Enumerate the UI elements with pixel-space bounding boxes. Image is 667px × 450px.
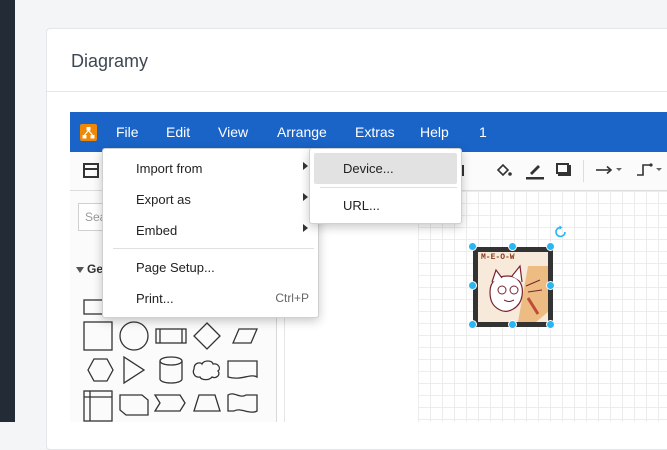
menu-separator — [320, 187, 457, 188]
meow-image: M-E-O-W — [478, 252, 548, 322]
menu-view[interactable]: View — [218, 124, 248, 140]
menubar: File Edit View Arrange Extras Help 1 — [70, 112, 667, 152]
section-label: Ge — [87, 262, 104, 276]
menu-page-number[interactable]: 1 — [479, 124, 487, 140]
menu-item-label: Page Setup... — [136, 260, 215, 275]
menu-item-export-as[interactable]: Export as — [103, 185, 318, 215]
waypoints-icon[interactable] — [635, 162, 665, 183]
page-title: Diagramy — [71, 51, 149, 71]
menu-item-page-setup[interactable]: Page Setup... — [103, 253, 318, 283]
divider — [47, 91, 667, 92]
resize-handle-nw[interactable] — [468, 242, 477, 251]
menu-shortcut: Ctrl+P — [275, 291, 309, 305]
line-color-icon[interactable] — [525, 160, 545, 185]
import-submenu: Device... URL... — [309, 148, 462, 224]
page-left-strip — [0, 0, 15, 422]
meow-image-shape[interactable]: M-E-O-W — [473, 247, 553, 327]
resize-handle-s[interactable] — [508, 320, 517, 329]
resize-handle-se[interactable] — [546, 320, 555, 329]
file-menu-dropdown: Import from Export as Embed Page Setup..… — [102, 148, 319, 318]
resize-handle-n[interactable] — [508, 242, 517, 251]
menu-item-label: Embed — [136, 223, 178, 238]
drawio-logo-icon — [80, 124, 97, 141]
menu-item-label: Device... — [343, 161, 394, 176]
menu-help[interactable]: Help — [420, 124, 449, 140]
menu-item-label: URL... — [343, 198, 380, 213]
menu-separator — [113, 248, 314, 249]
resize-handle-sw[interactable] — [468, 320, 477, 329]
menu-item-url[interactable]: URL... — [310, 191, 461, 221]
separator — [583, 160, 584, 182]
section-general-header[interactable]: Ge — [76, 262, 103, 276]
shadow-icon[interactable] — [556, 163, 569, 174]
submenu-arrow-icon — [303, 162, 308, 170]
format-panel-icon[interactable] — [83, 163, 99, 178]
resize-handle-e[interactable] — [546, 281, 555, 290]
cat-drawing — [489, 264, 548, 322]
menu-item-label: Export as — [136, 192, 191, 207]
rotate-handle-icon[interactable] — [554, 225, 568, 244]
menu-item-label: Print... — [136, 291, 174, 306]
submenu-arrow-icon — [303, 224, 308, 232]
menu-item-embed[interactable]: Embed — [103, 216, 318, 246]
menu-edit[interactable]: Edit — [166, 124, 190, 140]
menu-item-label: Import from — [136, 161, 203, 176]
submenu-arrow-icon — [303, 193, 308, 201]
menu-item-device[interactable]: Device... — [310, 154, 461, 184]
menu-item-import-from[interactable]: Import from — [103, 154, 318, 184]
menu-arrange[interactable]: Arrange — [277, 124, 327, 140]
menu-item-print[interactable]: Print... Ctrl+P — [103, 284, 318, 314]
diagram-canvas[interactable]: M-E-O-W — [418, 191, 667, 422]
fill-color-icon[interactable] — [495, 161, 513, 184]
menu-extras[interactable]: Extras — [355, 124, 395, 140]
connection-arrow-icon[interactable] — [594, 162, 624, 183]
resize-handle-w[interactable] — [468, 281, 477, 290]
menu-file[interactable]: File — [116, 124, 139, 140]
triangle-down-icon — [76, 267, 84, 273]
